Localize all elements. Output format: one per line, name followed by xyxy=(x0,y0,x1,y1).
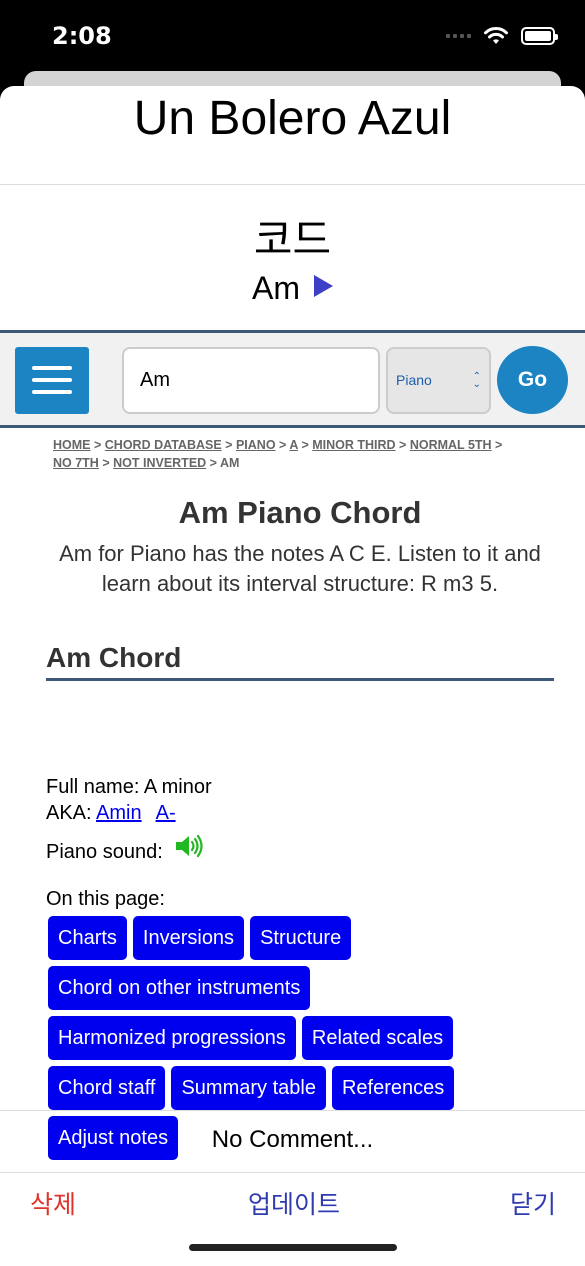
breadcrumb-no-7th[interactable]: NO 7TH xyxy=(53,456,99,470)
pill-summary-table[interactable]: Summary table xyxy=(171,1066,326,1110)
pill-chord-on-other-instruments[interactable]: Chord on other instruments xyxy=(48,966,311,1010)
chord-name: Am xyxy=(252,270,300,306)
breadcrumb-normal-5th[interactable]: NORMAL 5TH xyxy=(410,438,492,452)
status-icons xyxy=(446,26,558,46)
comment-field[interactable]: No Comment... xyxy=(0,1110,585,1172)
status-time: 2:08 xyxy=(52,22,112,50)
sound-label: Piano sound: xyxy=(46,841,163,863)
page-heading: Am Piano Chord xyxy=(178,495,422,530)
song-title: Un Bolero Azul xyxy=(133,92,452,145)
aka-link-a-minus[interactable]: A- xyxy=(156,802,176,824)
page-intro: Am for Piano has the notes A C E. Listen… xyxy=(59,541,541,596)
pill-row: Chord staff Summary table References xyxy=(48,1066,548,1110)
pill-row: Charts Inversions Structure xyxy=(48,916,548,960)
breadcrumb-separator: > xyxy=(495,438,503,452)
breadcrumb-a[interactable]: A xyxy=(289,438,298,452)
breadcrumb-home[interactable]: HOME xyxy=(53,438,91,452)
breadcrumb-current: AM xyxy=(220,456,240,470)
breadcrumb-separator: > xyxy=(279,438,287,452)
chord-row: Am xyxy=(0,270,585,307)
breadcrumb-separator: > xyxy=(399,438,407,452)
status-bar: 2:08 xyxy=(0,0,585,72)
pill-references[interactable]: References xyxy=(331,1066,455,1110)
pill-row: Chord on other instruments xyxy=(48,966,548,1010)
aka-row: AKA: Amin A- xyxy=(46,802,190,825)
aka-label: AKA: xyxy=(46,802,92,824)
search-input[interactable]: Am xyxy=(122,347,380,414)
go-button[interactable]: Go xyxy=(497,346,568,414)
breadcrumb-minor-third[interactable]: MINOR THIRD xyxy=(312,438,395,452)
breadcrumb-separator: > xyxy=(102,456,110,470)
instrument-select-value: Piano xyxy=(396,372,432,388)
full-name: Full name: A minor xyxy=(46,776,212,798)
sound-row: Piano sound: xyxy=(46,834,204,864)
instrument-select[interactable]: Piano ⌃ ⌄ xyxy=(386,347,491,414)
wifi-icon xyxy=(484,27,508,44)
on-this-page-label: On this page: xyxy=(46,888,165,910)
search-bar: Am Piano ⌃ ⌄ Go xyxy=(0,330,585,428)
footer-toolbar: 삭제 업데이트 닫기 xyxy=(0,1172,585,1266)
chord-webview: Am Piano ⌃ ⌄ Go HOME > CHORD DATABASE > P… xyxy=(0,330,585,1160)
pill-related-scales[interactable]: Related scales xyxy=(301,1016,454,1060)
breadcrumb-chord-database[interactable]: CHORD DATABASE xyxy=(105,438,222,452)
breadcrumb-separator: > xyxy=(93,438,102,452)
pill-charts[interactable]: Charts xyxy=(48,916,127,960)
breadcrumb-piano[interactable]: PIANO xyxy=(236,438,276,452)
chord-section-label: 코드 xyxy=(253,215,332,264)
breadcrumb: HOME > CHORD DATABASE > PIANO > A > MINO… xyxy=(53,436,553,472)
title-divider xyxy=(0,184,585,185)
home-indicator xyxy=(189,1244,397,1251)
pill-structure[interactable]: Structure xyxy=(250,916,352,960)
breadcrumb-separator: > xyxy=(225,438,233,452)
pill-chord-staff[interactable]: Chord staff xyxy=(48,1066,166,1110)
cellular-signal-icon xyxy=(446,34,471,38)
play-icon[interactable] xyxy=(314,275,333,297)
close-button[interactable]: 닫기 xyxy=(510,1185,556,1221)
battery-icon xyxy=(521,27,558,45)
delete-button[interactable]: 삭제 xyxy=(30,1185,76,1221)
breadcrumb-separator: > xyxy=(301,438,309,452)
breadcrumb-not-inverted[interactable]: NOT INVERTED xyxy=(113,456,206,470)
aka-link-amin[interactable]: Amin xyxy=(96,802,142,824)
pill-inversions[interactable]: Inversions xyxy=(132,916,245,960)
breadcrumb-separator: > xyxy=(209,456,217,470)
pill-row: Harmonized progressions Related scales xyxy=(48,1016,548,1060)
menu-button[interactable] xyxy=(15,347,89,414)
speaker-icon[interactable] xyxy=(174,834,204,858)
pill-harmonized-progressions[interactable]: Harmonized progressions xyxy=(48,1016,296,1060)
modal-sheet: Un Bolero Azul 코드 Am Am Piano ⌃ ⌄ Go HOME… xyxy=(0,86,585,1266)
section-heading: Am Chord xyxy=(46,642,554,681)
select-arrows-icon: ⌃ ⌄ xyxy=(472,371,481,390)
update-button[interactable]: 업데이트 xyxy=(248,1185,340,1221)
